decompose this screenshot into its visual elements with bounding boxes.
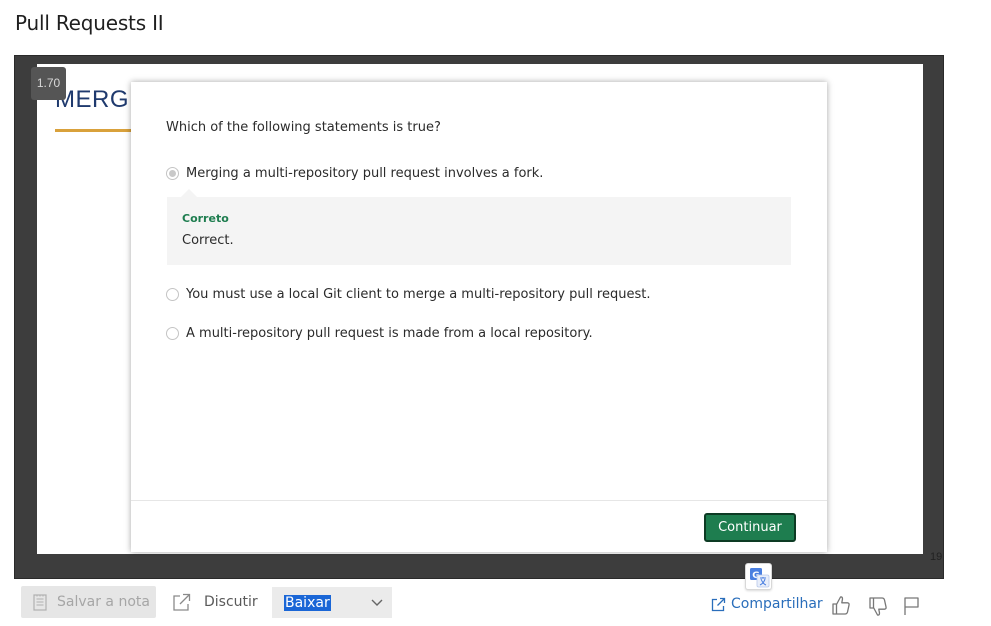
quiz-option-label: A multi-repository pull request is made …: [186, 326, 593, 341]
quiz-modal: Which of the following statements is tru…: [131, 82, 827, 552]
answer-feedback: Correto Correct.: [167, 189, 791, 265]
feedback-pointer: [181, 189, 197, 197]
chevron-down-icon: [371, 599, 383, 606]
feedback-title: Correto: [182, 212, 229, 225]
playback-speed-badge[interactable]: 1.70: [31, 67, 66, 100]
page-title: Pull Requests II: [15, 11, 164, 35]
bottom-toolbar: Salvar a nota Discutir Baixar Compartilh…: [0, 584, 991, 626]
like-icon[interactable]: [830, 594, 852, 620]
save-note-button[interactable]: Salvar a nota: [21, 586, 156, 618]
feedback-text: Correct.: [182, 233, 234, 248]
save-note-label: Salvar a nota: [57, 594, 150, 610]
discuss-button[interactable]: Discutir: [172, 586, 258, 618]
flag-icon[interactable]: [903, 596, 921, 620]
quiz-option-label: Merging a multi-repository pull request …: [186, 166, 544, 181]
download-select[interactable]: Baixar: [272, 587, 392, 618]
external-link-icon: [173, 593, 191, 611]
quiz-option-2[interactable]: You must use a local Git client to merge…: [166, 287, 650, 302]
quiz-question: Which of the following statements is tru…: [166, 120, 441, 135]
share-icon: [711, 597, 726, 611]
quiz-option-1[interactable]: Merging a multi-repository pull request …: [166, 166, 543, 181]
modal-footer: Continuar: [131, 500, 827, 552]
radio-button[interactable]: [166, 327, 179, 340]
share-label: Compartilhar: [731, 596, 823, 612]
share-link[interactable]: Compartilhar: [711, 596, 823, 612]
discuss-label: Discutir: [204, 594, 258, 610]
slide-number: 19: [930, 551, 943, 563]
slide-heading: MERG: [55, 86, 129, 113]
quiz-option-3[interactable]: A multi-repository pull request is made …: [166, 326, 593, 341]
dislike-icon[interactable]: [867, 596, 889, 622]
radio-button[interactable]: [166, 288, 179, 301]
radio-button-checked[interactable]: [166, 167, 179, 180]
note-icon: [33, 593, 47, 611]
download-selected-value: Baixar: [284, 594, 331, 611]
continue-button[interactable]: Continuar: [704, 513, 796, 542]
quiz-option-label: You must use a local Git client to merge…: [186, 287, 651, 302]
